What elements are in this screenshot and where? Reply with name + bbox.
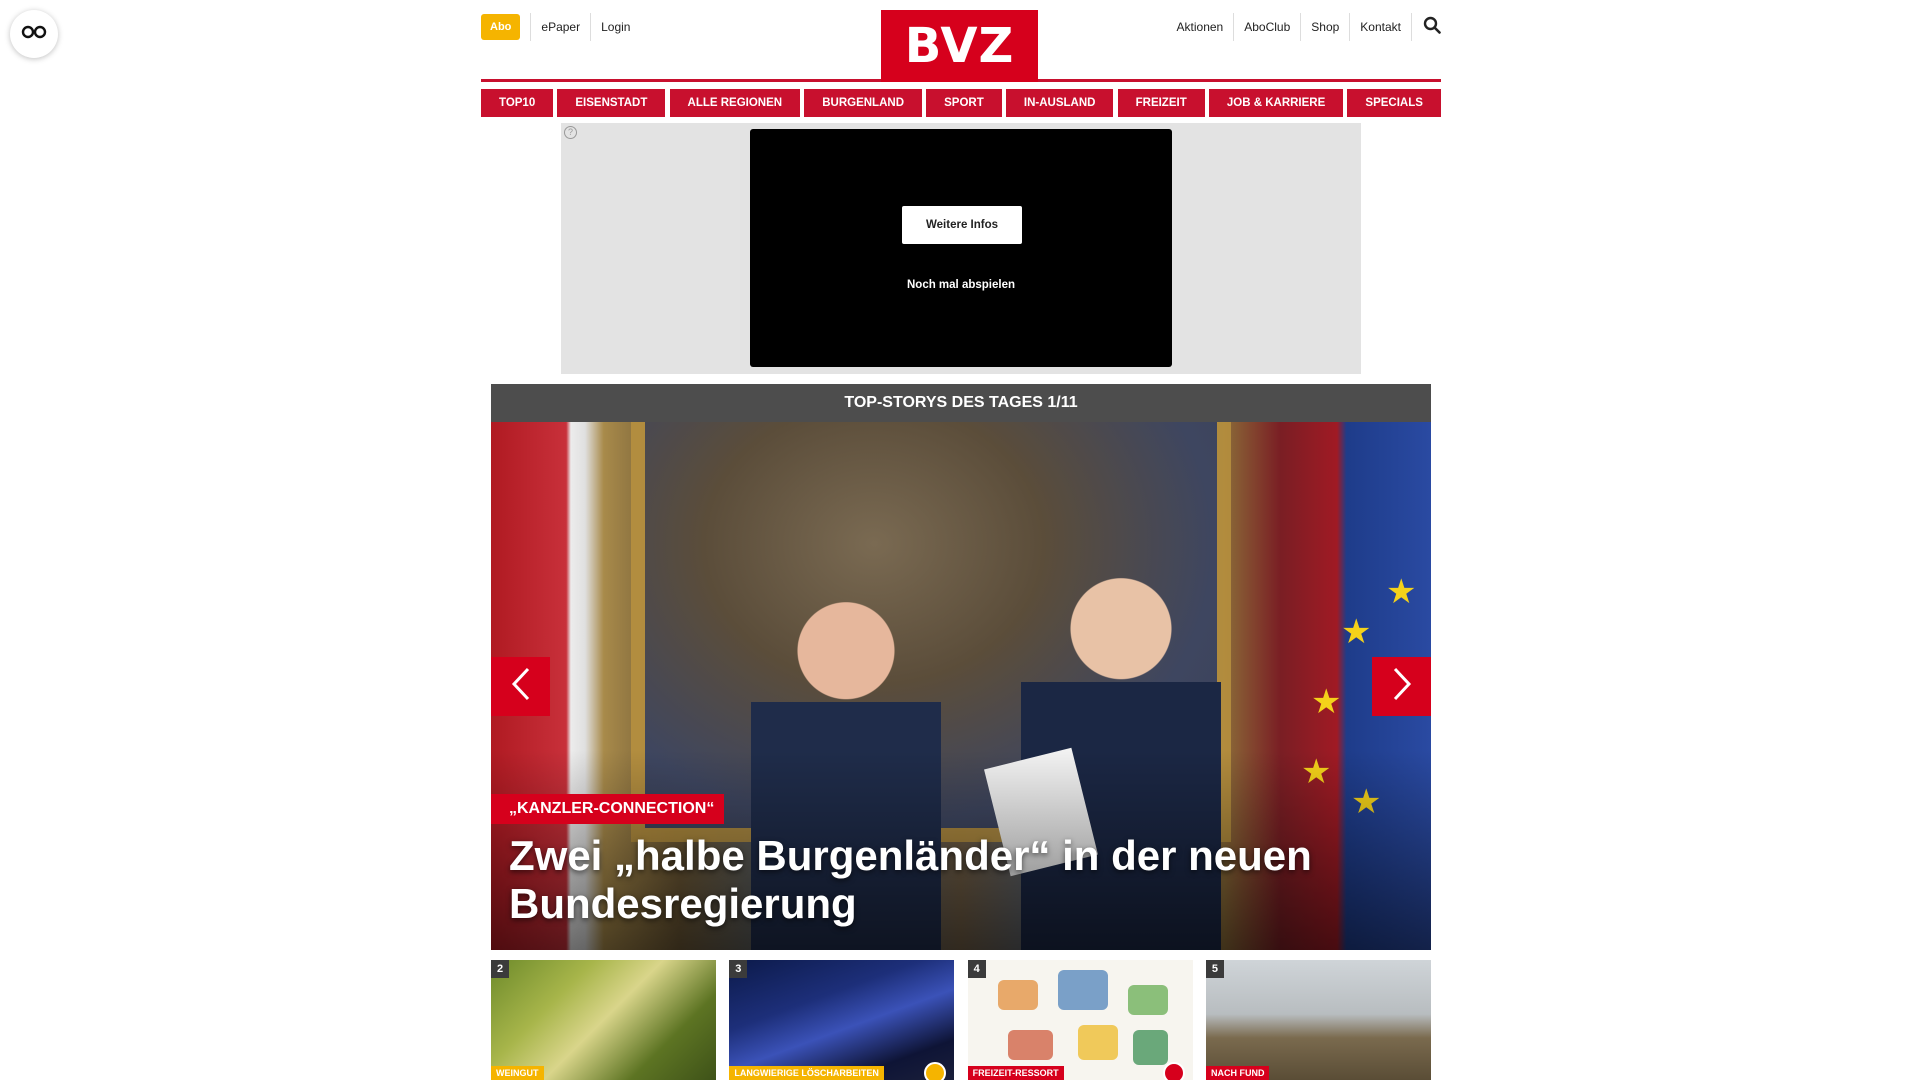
story-thumbnails: 2 WEINGUT 3 LANGWIERIGE LÖSCHARBEITEN 4 …	[491, 960, 1431, 1080]
illustration-shape	[997, 980, 1038, 1010]
thumbnail-tag: WEINGUT	[491, 1066, 544, 1080]
story-thumbnail[interactable]: 2 WEINGUT	[491, 960, 716, 1080]
shop-link[interactable]: Shop	[1300, 13, 1349, 41]
header: Abo ePaper Login BVZ Aktionen AboClub Sh…	[481, 0, 1441, 82]
plus-badge-icon	[1162, 1062, 1185, 1080]
illustration-shape	[1077, 1025, 1118, 1060]
bvz-logo[interactable]: BVZ	[881, 10, 1038, 82]
nav-item-eisenstadt[interactable]: EISENSTADT	[557, 89, 666, 117]
carousel-prev-button[interactable]	[491, 657, 550, 716]
eu-star-icon: ★	[1386, 573, 1417, 611]
hero-title[interactable]: Zwei „halbe Burgenländer“ in der neuen B…	[509, 832, 1389, 928]
search-icon	[1423, 16, 1441, 39]
nav-item-freizeit[interactable]: FREIZEIT	[1117, 89, 1205, 117]
nav-item-in-ausland[interactable]: IN-AUSLAND	[1005, 89, 1114, 117]
thumbnail-number: 5	[1205, 960, 1224, 978]
nav-item-burgenland[interactable]: BURGENLAND	[804, 89, 922, 117]
ad-container: ? Weitere Infos Noch mal abspielen	[561, 123, 1361, 374]
thumbnail-tag: NACH FUND	[1205, 1066, 1270, 1080]
top-stories: TOP-STORYS DES TAGES 1/11 ★ ★ ★ ★ ★	[491, 384, 1431, 1080]
nav-item-alle-regionen[interactable]: ALLE REGIONEN	[669, 89, 801, 117]
thumbnail-number: 3	[729, 960, 748, 978]
main-navigation: TOP10 EISENSTADT ALLE REGIONEN BURGENLAN…	[481, 89, 1441, 117]
epaper-link[interactable]: ePaper	[530, 13, 590, 41]
more-info-button[interactable]: Weitere Infos	[902, 206, 1022, 244]
nav-item-job-karriere[interactable]: JOB & KARRIERE	[1208, 89, 1344, 117]
nav-item-sport[interactable]: SPORT	[926, 89, 1002, 117]
glasses-icon	[21, 25, 47, 44]
illustration-shape	[1132, 1030, 1168, 1065]
top-stories-heading: TOP-STORYS DES TAGES 1/11	[491, 384, 1431, 422]
hero-story[interactable]: ★ ★ ★ ★ ★ „KANZLER-CONNECTION“ Zwei „hal…	[491, 422, 1431, 950]
aktionen-link[interactable]: Aktionen	[1167, 13, 1234, 41]
story-thumbnail[interactable]: 3 LANGWIERIGE LÖSCHARBEITEN	[729, 960, 955, 1080]
thumbnail-number: 2	[491, 960, 509, 978]
eu-star-icon: ★	[1341, 613, 1372, 651]
hero-kicker[interactable]: „KANZLER-CONNECTION“	[491, 794, 725, 824]
eu-star-icon: ★	[1311, 683, 1342, 721]
nav-item-specials[interactable]: SPECIALS	[1347, 89, 1441, 117]
chevron-left-icon	[510, 666, 532, 707]
aboclub-link[interactable]: AboClub	[1233, 13, 1300, 41]
carousel-next-button[interactable]	[1372, 657, 1431, 716]
illustration-shape	[1007, 1030, 1053, 1060]
chevron-right-icon	[1391, 666, 1413, 707]
abo-button[interactable]: Abo	[481, 14, 521, 40]
illustration-shape	[1127, 985, 1168, 1015]
thumbnail-tag: FREIZEIT-RESSORT	[967, 1066, 1064, 1080]
login-link[interactable]: Login	[590, 13, 640, 41]
plus-badge-icon	[924, 1062, 947, 1080]
thumbnail-number: 4	[967, 960, 986, 978]
accessibility-button[interactable]	[10, 10, 58, 58]
header-left-links: Abo ePaper Login	[481, 13, 640, 41]
search-button[interactable]	[1411, 13, 1441, 41]
ad-info-icon[interactable]: ?	[564, 126, 577, 139]
page-wrapper: Abo ePaper Login BVZ Aktionen AboClub Sh…	[481, 0, 1441, 1080]
illustration-shape	[1057, 970, 1108, 1010]
kontakt-link[interactable]: Kontakt	[1349, 13, 1411, 41]
replay-link[interactable]: Noch mal abspielen	[750, 279, 1172, 291]
thumbnail-tag: LANGWIERIGE LÖSCHARBEITEN	[729, 1066, 884, 1080]
story-thumbnail[interactable]: 5 NACH FUND	[1205, 960, 1431, 1080]
story-thumbnail[interactable]: 4 FREIZEIT-RESSORT	[967, 960, 1193, 1080]
nav-item-top10[interactable]: TOP10	[481, 89, 554, 117]
video-player[interactable]: Weitere Infos Noch mal abspielen	[750, 129, 1172, 367]
header-right-links: Aktionen AboClub Shop Kontakt	[1167, 13, 1441, 41]
